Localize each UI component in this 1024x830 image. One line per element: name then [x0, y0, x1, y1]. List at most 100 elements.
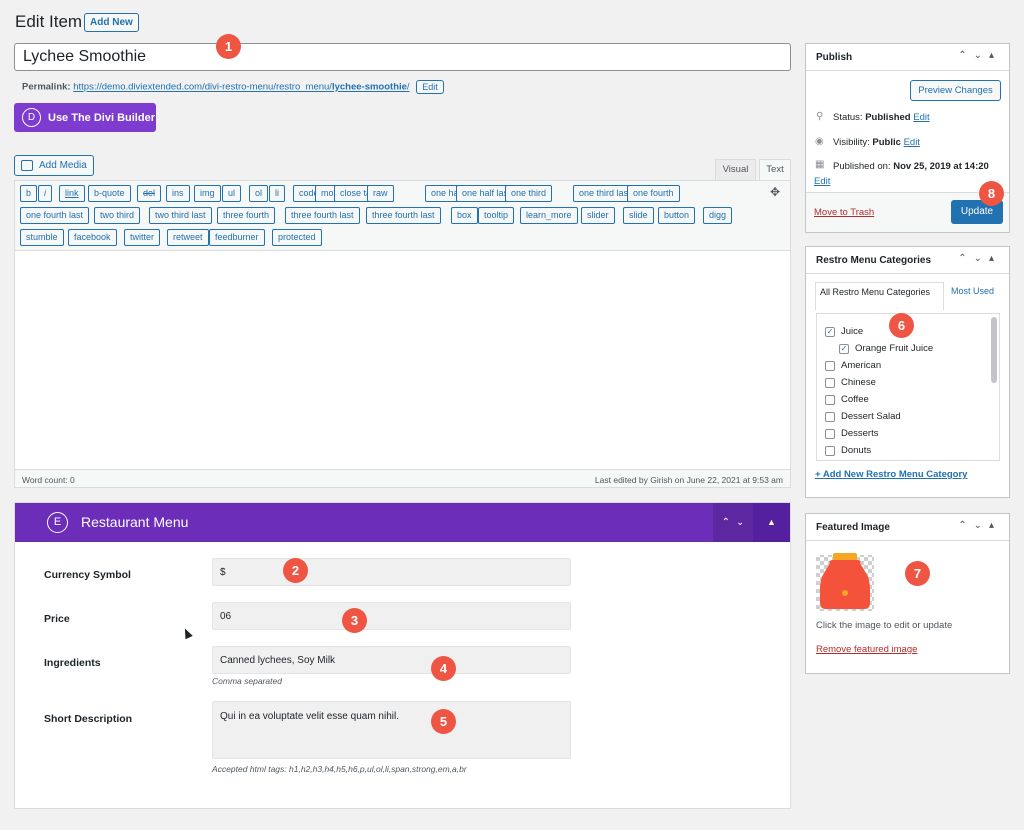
remove-featured-image-link[interactable]: Remove featured image	[816, 644, 917, 655]
quicktag-button[interactable]: ul	[222, 185, 242, 202]
add-media-button[interactable]: Add Media	[14, 155, 94, 176]
publish-box: Publish ⌃⌄▴ Preview Changes ⚲ Status: Pu…	[805, 43, 1010, 233]
quicktag-button[interactable]: i	[38, 185, 52, 202]
move-controls[interactable]: ⌃ ⌄	[713, 503, 753, 542]
quicktag-button[interactable]: protected	[272, 229, 322, 246]
quicktag-button[interactable]: button	[658, 207, 696, 224]
preview-changes-button[interactable]: Preview Changes	[910, 80, 1001, 101]
quicktag-button[interactable]: ins	[166, 185, 190, 202]
quicktag-button[interactable]: three fourth last	[285, 207, 360, 224]
quicktag-button[interactable]: ol	[249, 185, 269, 202]
checklist-scrollbar[interactable]	[991, 317, 997, 383]
categories-title: Restro Menu Categories	[816, 255, 932, 266]
marker-8: 8	[979, 181, 1004, 206]
category-label[interactable]: Dessert Salad	[841, 411, 901, 422]
category-checkbox[interactable]: ✓	[839, 344, 849, 354]
category-checkbox[interactable]	[825, 378, 835, 388]
category-label[interactable]: Donuts	[841, 445, 871, 456]
quicktag-button[interactable]: facebook	[68, 229, 117, 246]
quicktag-button[interactable]: retweet	[167, 229, 209, 246]
category-checkbox[interactable]	[825, 412, 835, 422]
quicktag-button[interactable]: twitter	[124, 229, 161, 246]
publish-header[interactable]: Publish ⌃⌄▴	[806, 44, 1009, 71]
box-controls-icon[interactable]: ⌃⌄▴	[958, 520, 1001, 531]
quicktag-button[interactable]: slide	[623, 207, 654, 224]
chevron-up-icon[interactable]: ⌃	[722, 517, 730, 528]
editor-status-bar: Word count: 0 Last edited by Girish on J…	[15, 469, 790, 487]
quicktag-button[interactable]: one third	[505, 185, 553, 202]
quicktag-button[interactable]: three fourth	[217, 207, 276, 224]
status-edit-link[interactable]: Edit	[913, 112, 929, 123]
box-controls-icon[interactable]: ⌃⌄▴	[958, 50, 1001, 61]
categories-box: Restro Menu Categories ⌃⌄▴ All Restro Me…	[805, 246, 1010, 498]
quicktag-button[interactable]: feedburner	[209, 229, 265, 246]
category-checkbox[interactable]	[825, 429, 835, 439]
eye-icon: ◉	[815, 136, 824, 147]
move-to-trash-link[interactable]: Move to Trash	[814, 207, 874, 218]
category-label[interactable]: Juice	[841, 326, 863, 337]
tab-most-used[interactable]: Most Used	[951, 285, 1011, 298]
short-description-textarea[interactable]: Qui in ea voluptate velit esse quam nihi…	[212, 701, 571, 759]
category-label[interactable]: Coffee	[841, 394, 869, 405]
add-new-button[interactable]: Add New	[84, 13, 139, 32]
permalink-link[interactable]: https://demo.diviextended.com/divi-restr…	[73, 82, 409, 93]
published-on-row: Published on: Nov 25, 2019 at 14:20	[833, 161, 989, 172]
quicktag-button[interactable]: stumble	[20, 229, 64, 246]
elegant-logo-icon: E	[47, 512, 68, 533]
collapse-toggle-icon[interactable]: ▲	[753, 503, 790, 542]
fullscreen-icon[interactable]: ✥	[770, 186, 782, 198]
box-controls-icon[interactable]: ⌃⌄▴	[958, 253, 1001, 264]
visibility-edit-link[interactable]: Edit	[904, 137, 920, 148]
quicktag-button[interactable]: tooltip	[478, 207, 515, 224]
category-checkbox[interactable]	[825, 395, 835, 405]
quicktag-button[interactable]: del	[137, 185, 162, 202]
price-input[interactable]: 06	[212, 602, 571, 630]
post-title-input[interactable]: Lychee Smoothie	[14, 43, 791, 71]
quicktag-button[interactable]: learn_more	[520, 207, 578, 224]
chevron-down-icon[interactable]: ⌄	[736, 517, 744, 528]
quicktag-button[interactable]: b	[20, 185, 38, 202]
category-checkbox[interactable]: ✓	[825, 327, 835, 337]
divi-builder-button[interactable]: D Use The Divi Builder	[14, 103, 156, 132]
restaurant-menu-header[interactable]: E Restaurant Menu ⌃ ⌄ ▲	[15, 503, 790, 542]
quicktag-button[interactable]: digg	[703, 207, 733, 224]
quicktag-button[interactable]: slider	[581, 207, 615, 224]
tab-text[interactable]: Text	[759, 159, 791, 181]
category-label[interactable]: Orange Fruit Juice	[855, 343, 933, 354]
quicktag-button[interactable]: img	[194, 185, 221, 202]
quicktag-button[interactable]: li	[269, 185, 285, 202]
currency-label: Currency Symbol	[44, 569, 131, 581]
category-label[interactable]: American	[841, 360, 881, 371]
quicktag-button[interactable]: one fourth	[627, 185, 680, 202]
categories-header[interactable]: Restro Menu Categories ⌃⌄▴	[806, 247, 1009, 274]
featured-image-header[interactable]: Featured Image ⌃⌄▴	[806, 514, 1009, 541]
marker-6: 6	[889, 313, 914, 338]
featured-image-thumbnail[interactable]	[816, 549, 874, 611]
marker-1: 1	[216, 34, 241, 59]
quicktag-button[interactable]: link	[59, 185, 85, 202]
quicktag-button[interactable]: raw	[367, 185, 394, 202]
publish-title: Publish	[816, 52, 853, 63]
ingredients-input[interactable]: Canned lychees, Soy Milk	[212, 646, 571, 674]
tab-visual[interactable]: Visual	[715, 159, 756, 180]
last-edited: Last edited by Girish on June 22, 2021 a…	[594, 475, 783, 485]
quicktag-button[interactable]: b-quote	[88, 185, 131, 202]
quicktag-button[interactable]: two third last	[149, 207, 212, 224]
marker-5: 5	[431, 709, 456, 734]
add-new-category-link[interactable]: + Add New Restro Menu Category	[815, 469, 967, 480]
tab-all-categories[interactable]: All Restro Menu Categories	[815, 282, 944, 310]
category-label[interactable]: Desserts	[841, 428, 878, 439]
currency-input[interactable]: $	[212, 558, 571, 586]
calendar-icon: ▦	[815, 159, 825, 170]
quicktag-button[interactable]: three fourth last	[366, 207, 441, 224]
divi-logo-icon: D	[22, 108, 41, 127]
quicktag-button[interactable]: two third	[94, 207, 141, 224]
permalink-edit-button[interactable]: Edit	[416, 80, 444, 94]
published-on-edit-link[interactable]: Edit	[814, 176, 830, 187]
quicktag-button[interactable]: box	[451, 207, 478, 224]
category-checkbox[interactable]	[825, 446, 835, 456]
quicktag-button[interactable]: one fourth last	[20, 207, 90, 224]
category-checkbox[interactable]	[825, 361, 835, 371]
quicktags-toolbar: b i link b-quote del ins img ul ol li code more clos…	[15, 181, 790, 251]
category-label[interactable]: Chinese	[841, 377, 876, 388]
